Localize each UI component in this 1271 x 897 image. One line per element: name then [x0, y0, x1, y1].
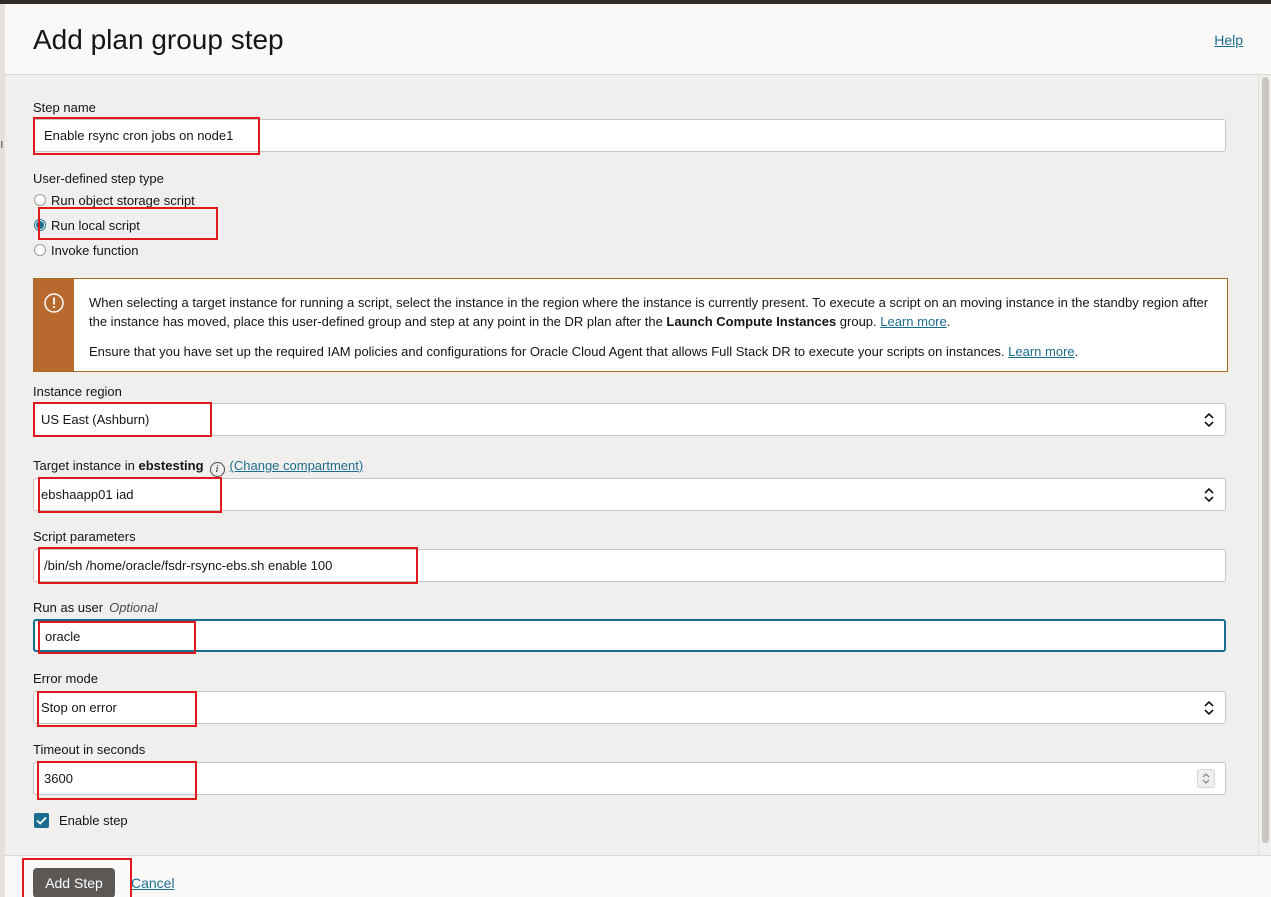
warning-icon	[44, 293, 64, 313]
stepper-arrows-icon	[1202, 773, 1210, 784]
error-mode-select[interactable]: Stop on error	[33, 691, 1226, 724]
notice-text-part: group.	[836, 314, 881, 329]
dialog-footer	[5, 855, 1271, 897]
notice-period: .	[1074, 344, 1079, 359]
script-parameters-value: /bin/sh /home/oracle/fsdr-rsync-ebs.sh e…	[44, 558, 333, 573]
checkmark-icon	[36, 816, 47, 825]
notice-bold-text: Launch Compute Instances	[666, 314, 837, 329]
learn-more-link-1[interactable]: Learn more	[880, 314, 946, 329]
chevron-up-down-icon	[1204, 487, 1214, 503]
warning-notice: When selecting a target instance for run…	[33, 278, 1228, 372]
step-type-label: User-defined step type	[33, 171, 164, 186]
notice-text-part: When selecting a target instance for run…	[89, 295, 1209, 329]
instance-region-select[interactable]: US East (Ashburn)	[33, 403, 1226, 436]
step-name-value: Enable rsync cron jobs on node1	[44, 128, 234, 143]
notice-period: .	[946, 314, 951, 329]
step-name-input[interactable]: Enable rsync cron jobs on node1	[33, 119, 1226, 152]
target-instance-value: ebshaapp01 iad	[41, 487, 134, 502]
timeout-label: Timeout in seconds	[33, 742, 146, 757]
script-parameters-input[interactable]: /bin/sh /home/oracle/fsdr-rsync-ebs.sh e…	[33, 549, 1226, 582]
radio-object-storage-script[interactable]: Run object storage script	[34, 191, 195, 209]
dialog-title: Add plan group step	[33, 24, 284, 55]
radio-invoke-function[interactable]: Invoke function	[34, 241, 138, 259]
enable-step-label: Enable step	[59, 813, 128, 828]
radio-local-script[interactable]: Run local script	[34, 216, 140, 234]
page: ı Add plan group step Help Step name Ena…	[0, 0, 1271, 897]
number-stepper[interactable]	[1197, 769, 1215, 788]
target-instance-label-text: Target instance in	[33, 458, 139, 473]
instance-region-value: US East (Ashburn)	[41, 412, 150, 427]
notice-paragraph-2: Ensure that you have set up the required…	[89, 342, 1214, 361]
notice-text: When selecting a target instance for run…	[89, 293, 1214, 361]
run-as-user-input[interactable]: oracle	[33, 619, 1226, 652]
cancel-link[interactable]: Cancel	[131, 875, 175, 891]
help-link[interactable]: Help	[1214, 32, 1243, 48]
enable-step-checkbox[interactable]	[34, 813, 49, 828]
radio-button-selected[interactable]	[34, 219, 46, 231]
script-parameters-label: Script parameters	[33, 529, 136, 544]
info-icon[interactable]: i	[209, 462, 225, 477]
timeout-input[interactable]: 3600	[33, 762, 1226, 795]
notice-paragraph-1: When selecting a target instance for run…	[89, 293, 1214, 331]
add-plan-group-step-dialog: Add plan group step Help Step name Enabl…	[5, 4, 1271, 897]
notice-severity-bar	[34, 279, 74, 371]
radio-button[interactable]	[34, 194, 46, 206]
error-mode-label: Error mode	[33, 671, 99, 686]
chevron-up-down-icon	[1204, 412, 1214, 428]
add-step-button[interactable]: Add Step	[33, 868, 115, 897]
error-mode-value: Stop on error	[41, 700, 117, 715]
run-as-user-value: oracle	[45, 629, 81, 644]
run-as-user-label-text: Run as user	[33, 600, 104, 615]
learn-more-link-2[interactable]: Learn more	[1008, 344, 1074, 359]
radio-label: Invoke function	[51, 242, 139, 258]
step-name-label: Step name	[33, 100, 96, 115]
background-edge-glyph: ı	[0, 136, 4, 151]
dialog-header: Add plan group step Help	[5, 4, 1271, 75]
optional-tag: Optional	[109, 600, 158, 615]
notice-text-part: Ensure that you have set up the required…	[89, 344, 1009, 359]
target-instance-label: Target instance in ebstesting i (Change co…	[33, 458, 363, 477]
instance-region-label: Instance region	[33, 384, 122, 399]
timeout-value: 3600	[44, 771, 73, 786]
compartment-name: ebstesting	[138, 458, 204, 473]
target-instance-select[interactable]: ebshaapp01 iad	[33, 478, 1226, 511]
radio-button[interactable]	[34, 244, 46, 256]
run-as-user-label: Run as user Optional	[33, 600, 158, 615]
radio-label: Run object storage script	[51, 192, 195, 208]
radio-label: Run local script	[51, 217, 140, 233]
change-compartment-link[interactable]: (Change compartment)	[230, 458, 364, 473]
scrollbar-thumb[interactable]	[1262, 77, 1269, 843]
dialog-scrollbar[interactable]	[1258, 75, 1271, 855]
dialog-body: Step name Enable rsync cron jobs on node…	[5, 75, 1258, 855]
chevron-up-down-icon	[1204, 700, 1214, 716]
